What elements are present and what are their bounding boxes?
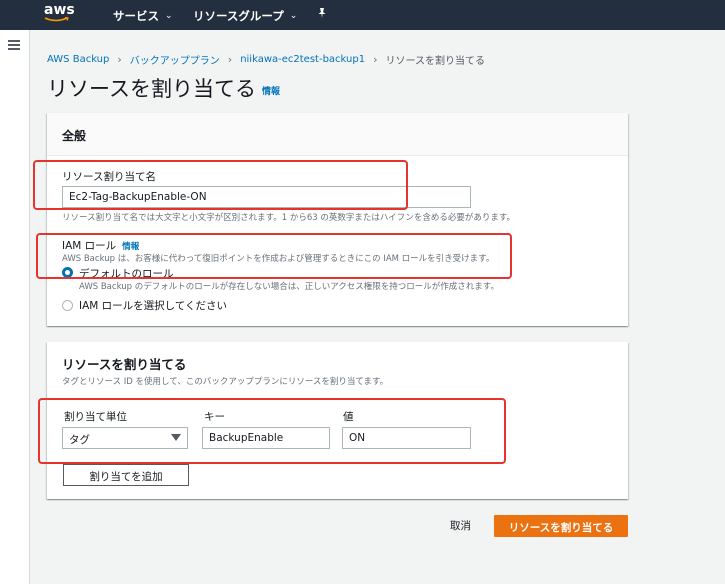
chevron-down-icon: ⌄: [165, 11, 173, 21]
chevron-right-icon: ›: [373, 53, 378, 66]
left-rail: [0, 30, 30, 584]
resource-assignment-name-input[interactable]: Ec2-Tag-BackupEnable-ON: [62, 186, 471, 208]
general-panel-header: 全般: [47, 113, 628, 156]
iam-role-label: IAM ロール 情報: [62, 238, 139, 253]
add-assignment-button[interactable]: 割り当てを追加: [63, 464, 189, 486]
general-panel: 全般 リソース割り当て名 Ec2-Tag-BackupEnable-ON リソー…: [47, 113, 628, 326]
resource-assignment-name-label: リソース割り当て名: [62, 171, 156, 183]
page-info-link[interactable]: 情報: [262, 87, 280, 97]
default-role-radio[interactable]: [62, 267, 73, 278]
services-menu-label: サービス: [113, 9, 159, 23]
aws-logo[interactable]: aws: [44, 3, 76, 27]
assign-resources-submit-button[interactable]: リソースを割り当てる: [494, 515, 628, 537]
tag-value-input[interactable]: ON: [342, 427, 471, 449]
assignment-unit-label: 割り当て単位: [64, 411, 127, 423]
services-menu[interactable]: サービス ⌄: [113, 8, 173, 24]
top-navigation: aws サービス ⌄ リソースグループ ⌄: [0, 0, 725, 30]
iam-role-label-text: IAM ロール: [62, 240, 117, 252]
breadcrumb-aws-backup[interactable]: AWS Backup: [47, 54, 109, 65]
value-label: 値: [343, 411, 354, 423]
default-role-help: AWS Backup のデフォルトのロールが存在しない場合は、正しいアクセス権限…: [79, 282, 499, 292]
select-iam-role-radio[interactable]: [62, 300, 73, 311]
select-iam-role-label: IAM ロールを選択してください: [79, 300, 228, 312]
key-label: キー: [204, 411, 225, 423]
tag-key-input[interactable]: BackupEnable: [202, 427, 330, 449]
hamburger-menu-icon[interactable]: [8, 40, 20, 50]
resource-assignment-name-help: リソース割り当て名では大文字と小文字が区別されます。1 から63 の英数字または…: [62, 213, 516, 223]
assignment-unit-select[interactable]: タグ: [62, 427, 188, 449]
breadcrumb-plan-name[interactable]: niikawa-ec2test-backup1: [240, 54, 365, 65]
assign-resources-panel: リソースを割り当てる タグとリソース ID を使用して、このバックアッププランに…: [47, 342, 628, 499]
chevron-down-icon: ⌄: [289, 11, 298, 21]
page-title-text: リソースを割り当てる: [47, 77, 256, 101]
default-role-label: デフォルトのロール: [79, 268, 174, 280]
resource-groups-menu[interactable]: リソースグループ ⌄: [193, 8, 297, 24]
assign-resources-subtitle: タグとリソース ID を使用して、このバックアッププランにリソースを割り当てます…: [62, 377, 389, 387]
breadcrumb-current: リソースを割り当てる: [385, 56, 485, 67]
caret-down-icon: [171, 434, 181, 441]
chevron-right-icon: ›: [227, 53, 233, 66]
breadcrumb-backup-plans[interactable]: バックアッププラン: [130, 52, 220, 67]
general-panel-title: 全般: [62, 129, 87, 143]
iam-role-info-link[interactable]: 情報: [122, 242, 139, 252]
chevron-right-icon: ›: [117, 53, 122, 66]
resource-groups-menu-label: リソースグループ: [193, 9, 284, 23]
assign-resources-title: リソースを割り当てる: [62, 357, 187, 372]
cancel-button[interactable]: 取消: [450, 518, 471, 533]
aws-logo-text: aws: [44, 2, 75, 18]
assignment-unit-select-value: タグ: [69, 434, 90, 446]
pin-icon[interactable]: [316, 7, 328, 22]
breadcrumb: AWS Backup › バックアッププラン › niikawa-ec2test…: [47, 52, 485, 67]
iam-role-help: AWS Backup は、お客様に代わって復旧ポイントを作成および管理するときに…: [62, 254, 495, 264]
page-title: リソースを割り当てる 情報: [47, 73, 280, 103]
